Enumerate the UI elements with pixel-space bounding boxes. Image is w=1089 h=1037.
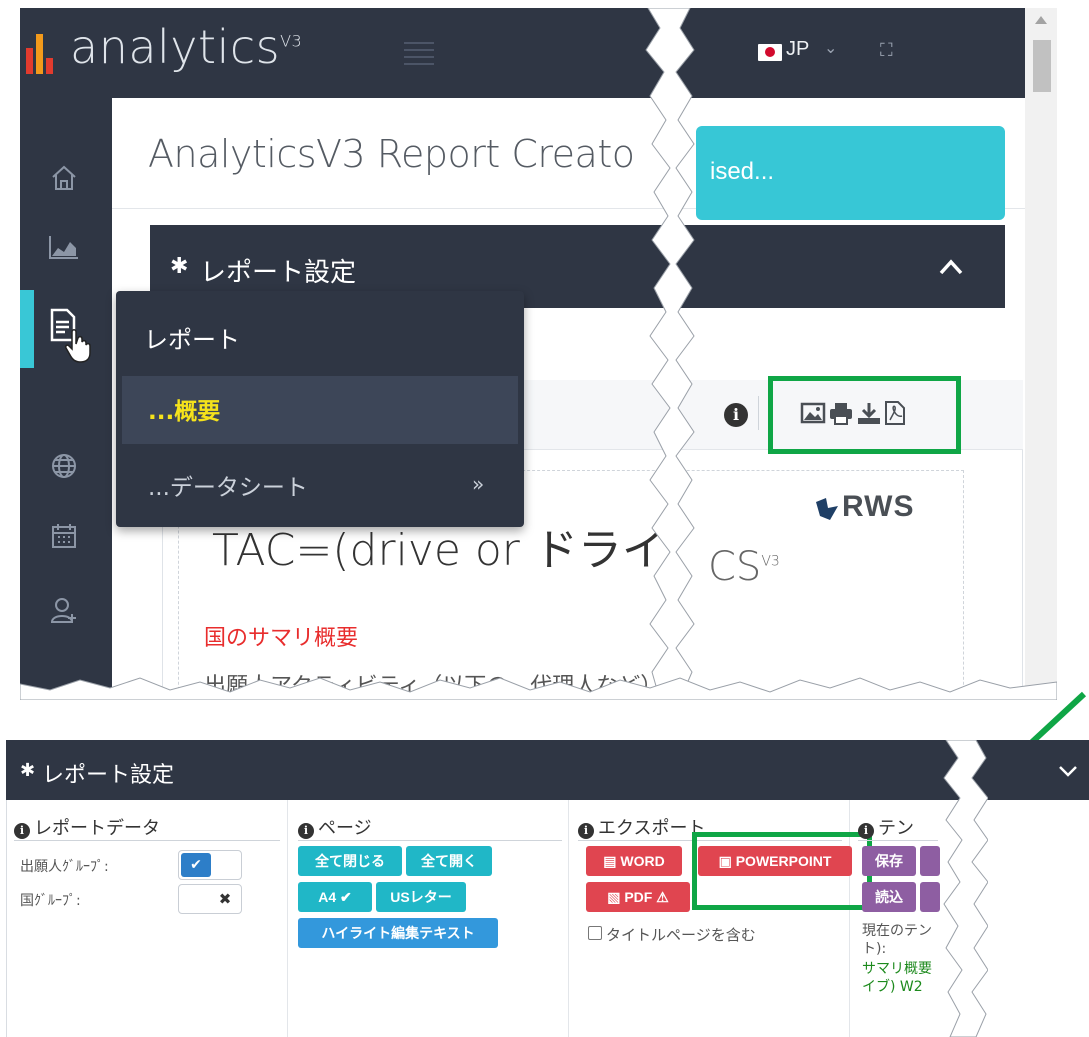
warning-icon: ⚠ xyxy=(656,889,669,905)
heading-text: レポートデータ xyxy=(34,818,160,839)
gear-icon: ✱ xyxy=(170,254,189,279)
pdf-icon: ▧ xyxy=(607,889,625,905)
us-letter-button[interactable]: USレター xyxy=(376,882,466,912)
export-toolbar-highlight xyxy=(768,376,961,454)
hand-cursor-icon xyxy=(65,329,91,363)
export-pdf-button[interactable]: ▧ PDF ⚠ xyxy=(586,882,690,912)
heading-text: エクスポート xyxy=(598,818,706,839)
torn-edge-vertical xyxy=(943,740,989,1037)
country-summary-heading: 国のサマリ概要 xyxy=(204,626,359,651)
section-heading-report-data: i レポートデータ xyxy=(14,814,160,840)
chevron-down-icon[interactable] xyxy=(1058,764,1078,778)
japan-flag-icon xyxy=(758,44,782,61)
toolbar-divider xyxy=(758,396,759,430)
current-template-value[interactable]: サマリ概要 xyxy=(862,958,932,978)
globe-icon[interactable] xyxy=(50,452,78,480)
scrollbar-thumb[interactable] xyxy=(1033,40,1051,92)
menu-item-datasheet-label[interactable]: ...データシート xyxy=(148,468,308,502)
section-rule xyxy=(858,840,938,841)
sidebar-active-indicator xyxy=(20,290,34,368)
bottom-screenshot: ✱ レポート設定 i レポートデータ 出願人ｸﾞﾙｰﾌﾟ: ✔ 国ｸﾞﾙｰﾌﾟ: … xyxy=(6,740,1089,1037)
country-group-label: 国ｸﾞﾙｰﾌﾟ: xyxy=(20,893,81,909)
menu-item-overview-label: ...概要 xyxy=(148,399,221,425)
current-template-value-2[interactable]: イブ) W2 xyxy=(862,976,923,996)
torn-edge-vertical xyxy=(645,8,695,700)
info-icon[interactable]: i xyxy=(724,403,748,427)
applicant-group-label: 出願人ｸﾞﾙｰﾌﾟ: xyxy=(20,859,109,875)
logo-bars-icon xyxy=(26,34,53,74)
report-settings-title: レポート設定 xyxy=(200,258,357,288)
logo-version: V3 xyxy=(280,31,303,51)
fullscreen-icon[interactable]: ⛶ xyxy=(880,40,893,61)
a4-button[interactable]: A4 ✔ xyxy=(298,882,372,912)
section-rule xyxy=(14,840,280,841)
expand-all-button[interactable]: 全て開く xyxy=(406,846,492,876)
applicant-group-toggle[interactable]: ✔ xyxy=(178,850,242,880)
chevron-up-icon[interactable] xyxy=(938,258,964,276)
logo-text: analytics xyxy=(70,20,281,74)
subtitle-text: CS xyxy=(708,544,762,590)
rws-logo: RWS xyxy=(842,490,915,523)
current-template-label-2: ト): xyxy=(862,941,887,957)
user-add-icon[interactable] xyxy=(50,596,78,624)
scrollbar[interactable] xyxy=(1025,8,1057,700)
rws-logo-mark-icon xyxy=(816,498,838,520)
chevron-down-icon[interactable]: ⌄ xyxy=(824,38,837,57)
app-logo[interactable]: analyticsV3 xyxy=(70,20,302,74)
word-label: WORD xyxy=(620,853,665,869)
subtitle-sup: V3 xyxy=(761,553,780,570)
column-divider xyxy=(287,800,288,1037)
close-icon: ✖ xyxy=(218,890,232,908)
heading-text: テン xyxy=(878,818,914,839)
highlight-edit-text-button[interactable]: ハイライト編集テキスト xyxy=(298,918,498,948)
include-title-checkbox[interactable] xyxy=(588,926,602,940)
section-rule xyxy=(298,840,562,841)
menu-toggle-icon[interactable] xyxy=(404,42,434,68)
word-icon: ▤ xyxy=(603,853,621,869)
collapse-all-button[interactable]: 全て閉じる xyxy=(298,846,402,876)
section-heading-page: i ページ xyxy=(298,814,372,840)
column-divider xyxy=(568,800,569,1037)
heading-text: ページ xyxy=(318,818,372,839)
section-heading-template: i テン xyxy=(858,814,914,840)
cut-area xyxy=(988,800,1089,1037)
powerpoint-highlight xyxy=(692,832,872,910)
export-word-button[interactable]: ▤ WORD xyxy=(586,846,682,876)
calendar-icon[interactable] xyxy=(50,522,78,550)
language-selector[interactable]: JP xyxy=(786,38,809,61)
include-title-label: タイトルページを含む xyxy=(606,926,756,944)
scroll-up-arrow[interactable] xyxy=(1035,16,1047,24)
menu-header-report[interactable]: レポート xyxy=(144,320,240,355)
pdf-label: PDF xyxy=(624,889,653,905)
report-settings-title: レポート設定 xyxy=(42,763,175,788)
gear-icon: ✱ xyxy=(20,760,36,781)
home-icon[interactable] xyxy=(50,164,78,192)
top-screenshot: analyticsV3 JP ⌄ ⛶ AnalyticsV3 Report Cr… xyxy=(20,8,1057,700)
check-icon: ✔ xyxy=(181,853,211,877)
template-save-button[interactable]: 保存 xyxy=(862,846,916,876)
country-group-toggle[interactable]: ✖ xyxy=(178,884,242,914)
chart-area-icon[interactable] xyxy=(48,234,80,260)
section-heading-export: i エクスポート xyxy=(578,814,705,840)
report-subtitle-snippet: CSV3 xyxy=(708,544,780,590)
current-template-label: 現在のテン xyxy=(862,923,932,939)
chevron-right-icon: » xyxy=(472,472,485,496)
template-load-button[interactable]: 読込 xyxy=(862,882,916,912)
page-title: AnalyticsV3 Report Creato xyxy=(148,132,635,176)
toast-text: ised... xyxy=(710,158,775,185)
report-settings-body xyxy=(6,800,1089,1037)
